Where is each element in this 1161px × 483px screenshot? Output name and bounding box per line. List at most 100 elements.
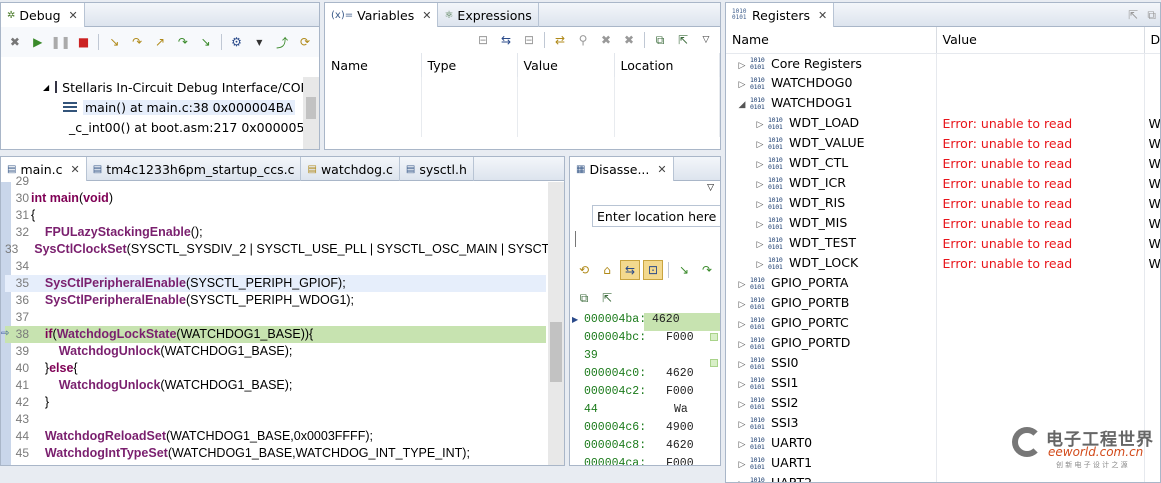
register-row[interactable]: ▷1010 0101 SSI0 [726, 353, 1160, 373]
tab-disassembly[interactable]: ▦ Disasse... ✕ [570, 157, 674, 181]
col-description[interactable]: De [1144, 27, 1160, 54]
step-return-icon[interactable]: ↗ [150, 32, 170, 52]
code-line[interactable]: 41 WatchdogUnlock(WATCHDOG1_BASE); [5, 377, 546, 394]
link-icon[interactable]: ⟲ [574, 260, 594, 280]
register-row[interactable]: ▷1010 0101 GPIO_PORTC [726, 313, 1160, 333]
register-row[interactable]: ▷1010 0101 GPIO_PORTA [726, 273, 1160, 293]
chevron-down-icon[interactable]: ▼ [249, 32, 269, 52]
close-icon[interactable]: ✕ [69, 9, 78, 22]
collapse-arrow-icon[interactable]: ▷ [754, 160, 766, 170]
close-icon[interactable]: ✕ [657, 163, 666, 176]
code-line[interactable]: 42 } [5, 394, 546, 411]
step-icon[interactable]: ↘ [674, 260, 694, 280]
code-line[interactable]: 40 }else{ [5, 360, 546, 377]
suspend-icon[interactable]: ❚❚ [51, 32, 71, 52]
register-row[interactable]: ▷1010 0101 WDT_RIS Error: unable to read W [726, 193, 1160, 213]
collapse-arrow-icon[interactable]: ▷ [754, 200, 766, 210]
code-line[interactable]: 38 if(WatchdogLockState(WATCHDOG1_BASE))… [5, 326, 546, 343]
col-value[interactable]: Value [517, 53, 615, 77]
resume-icon[interactable]: ▶ [28, 32, 48, 52]
code-line[interactable]: 33 SysCtlClockSet(SYSCTL_SYSDIV_2 | SYSC… [5, 241, 564, 258]
sync-source-icon[interactable]: ⇆ [620, 260, 640, 280]
collapse-arrow-icon[interactable]: ▷ [754, 220, 766, 230]
expand-arrow-icon[interactable]: ◢ [43, 83, 49, 92]
show-source-icon[interactable]: ⊡ [643, 260, 663, 280]
reset-icon[interactable]: ⚙ [227, 32, 247, 52]
col-value[interactable]: Value [936, 27, 1145, 54]
close-icon[interactable]: ✕ [818, 9, 827, 22]
new-view-icon[interactable]: ⇱ [1128, 8, 1138, 22]
col-name[interactable]: Name [726, 27, 937, 54]
register-row[interactable]: ▷1010 0101 WDT_LOCK Error: unable to read W [726, 253, 1160, 273]
disassembly-row[interactable]: 000004bc: F000 [570, 331, 720, 349]
register-row[interactable]: ▷1010 0101 WDT_CTL Error: unable to read W [726, 153, 1160, 173]
collapse-arrow-icon[interactable]: ▷ [736, 460, 748, 470]
collapse-arrow-icon[interactable]: ▷ [736, 80, 748, 90]
collapse-arrow-icon[interactable]: ▷ [736, 440, 748, 450]
register-row[interactable]: ▷1010 0101 WDT_LOAD Error: unable to read W [726, 113, 1160, 133]
terminate-icon[interactable]: ■ [74, 32, 94, 52]
register-row[interactable]: ▷10100101UART2 [726, 473, 1160, 482]
collapse-arrow-icon[interactable]: ▷ [736, 420, 748, 430]
location-input[interactable]: Enter location here [592, 205, 720, 227]
view-menu-icon[interactable]: ▽ [707, 183, 714, 193]
register-row[interactable]: ▷1010 0101 GPIO_PORTD [726, 333, 1160, 353]
disassembly-row[interactable]: 000004ba: 4620 [570, 313, 720, 331]
code-line[interactable]: 35 SysCtlPeripheralEnable(SYSCTL_PERIPH_… [5, 275, 546, 292]
disassembly-row[interactable]: 44 Wa [570, 403, 720, 421]
refresh-icon[interactable]: ⟳ [295, 32, 315, 52]
register-row[interactable]: ◢1010 0101 WATCHDOG1 [726, 93, 1160, 113]
export-icon[interactable]: ⧉ [1147, 8, 1156, 23]
tab-debug[interactable]: ✲ Debug ✕ [1, 3, 85, 27]
disassembly-row[interactable]: 000004c0: 4620 [570, 367, 720, 385]
debug-tree-root[interactable]: ◢ Stellaris In-Circuit Debug Interface/C… [1, 77, 316, 97]
view-menu-icon[interactable]: ▽ [696, 30, 716, 50]
assembly-step-icon[interactable]: ↷ [173, 32, 193, 52]
restart-icon[interactable]: ⤴ [272, 32, 292, 52]
register-row[interactable]: ▷1010 0101 SSI1 [726, 373, 1160, 393]
new-view-icon[interactable]: ⧉ [574, 288, 594, 308]
collapse-all-icon[interactable]: ⊟ [519, 30, 539, 50]
new-view-icon[interactable]: ⧉ [650, 30, 670, 50]
remove-all-icon[interactable]: ✖ [596, 30, 616, 50]
register-row[interactable]: ▷1010 0101 WDT_VALUE Error: unable to read W [726, 133, 1160, 153]
col-location[interactable]: Location [614, 53, 720, 77]
remove-icon[interactable]: ✖ [619, 30, 639, 50]
code-line[interactable]: 30 int main(void) [5, 190, 546, 207]
stack-frame[interactable]: _c_int00() at boot.asm:217 0x00000592 [1, 117, 319, 137]
collapse-arrow-icon[interactable]: ▷ [736, 380, 748, 390]
collapse-arrow-icon[interactable]: ▷ [736, 320, 748, 330]
code-line[interactable]: 36 SysCtlPeripheralEnable(SYSCTL_PERIPH_… [5, 292, 546, 309]
register-row[interactable]: ▷1010 0101 GPIO_PORTB [726, 293, 1160, 313]
step-into-icon[interactable]: ↘ [104, 32, 124, 52]
stack-frame[interactable]: main() at main.c:38 0x000004BA [1, 97, 301, 117]
code-line[interactable]: 39 WatchdogUnlock(WATCHDOG1_BASE); [5, 343, 546, 360]
export-icon[interactable]: ⇱ [673, 30, 693, 50]
collapse-arrow-icon[interactable]: ▷ [736, 61, 748, 71]
close-icon[interactable]: ✕ [422, 9, 431, 22]
collapse-arrow-icon[interactable]: ▷ [736, 340, 748, 350]
pin-icon[interactable]: ⚲ [573, 30, 593, 50]
collapse-arrow-icon[interactable]: ▷ [754, 140, 766, 150]
editor-scrollbar[interactable] [548, 182, 564, 465]
code-line[interactable]: 44 WatchdogReloadSet(WATCHDOG1_BASE,0x00… [5, 428, 546, 445]
code-line[interactable]: 45 WatchdogIntTypeSet(WATCHDOG1_BASE,WAT… [5, 445, 546, 462]
collapse-arrow-icon[interactable]: ▷ [736, 360, 748, 370]
remove-launches-icon[interactable]: ✖ [5, 32, 25, 52]
register-row[interactable]: ▷1010 0101 WDT_MIS Error: unable to read W [726, 213, 1160, 233]
tab-expressions[interactable]: ⚛ Expressions [438, 3, 539, 27]
export-icon[interactable]: ⇱ [597, 288, 617, 308]
assembly-step-into-icon[interactable]: ↘ [196, 32, 216, 52]
code-line[interactable]: 31{ [5, 207, 546, 224]
debug-scrollbar[interactable] [303, 77, 319, 149]
disassembly-row[interactable]: 000004c2: F000 [570, 385, 720, 403]
scroll-thumb[interactable] [306, 97, 316, 119]
col-name[interactable]: Name [325, 53, 422, 77]
sync-icon[interactable]: ⇄ [550, 30, 570, 50]
scroll-thumb[interactable] [550, 322, 562, 382]
code-line[interactable]: 32 FPULazyStackingEnable(); [5, 224, 546, 241]
disassembly-row[interactable]: 39 [570, 349, 720, 367]
register-row[interactable]: ▷1010 0101 SSI2 [726, 393, 1160, 413]
step-over-icon[interactable]: ↷ [697, 260, 717, 280]
step-over-icon[interactable]: ↷ [127, 32, 147, 52]
